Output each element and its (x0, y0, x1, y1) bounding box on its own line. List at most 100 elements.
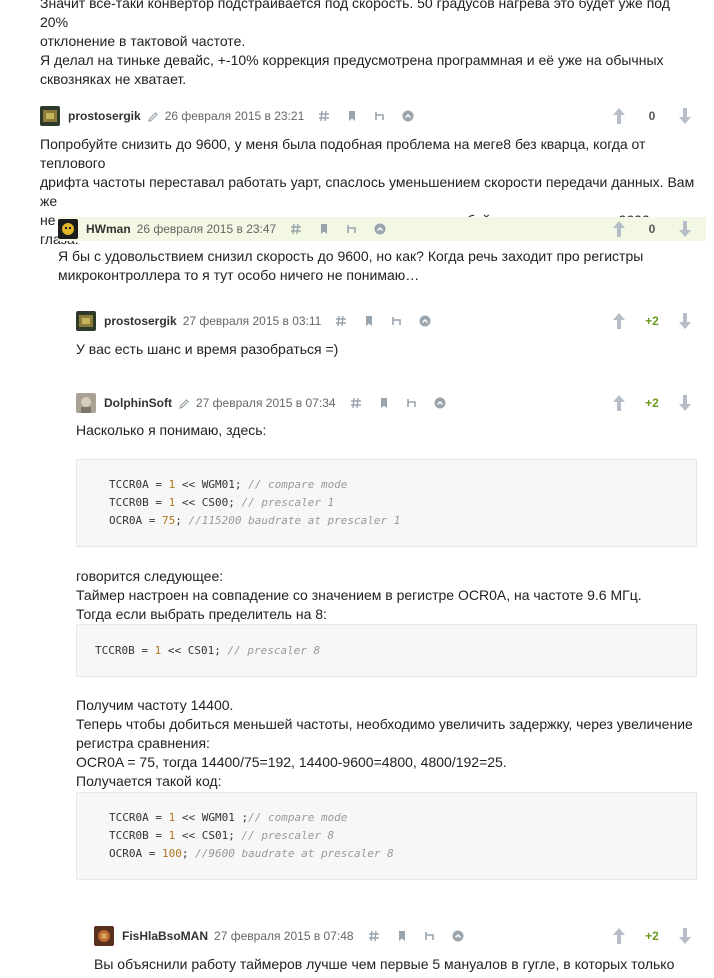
hash-icon[interactable] (335, 315, 347, 327)
text-line: Насколько я понимаю, здесь: (76, 422, 267, 438)
text-line: OCR0A = 75, тогда 14400/75=192, 14400-96… (76, 754, 507, 770)
comment-author[interactable]: HWman (86, 222, 131, 236)
text-line: сквозняках не хватает. (40, 71, 187, 87)
avatar[interactable] (58, 219, 78, 239)
comment-author[interactable]: DolphinSoft (104, 396, 172, 410)
parent-comment-icon[interactable] (424, 930, 436, 942)
vote-down-icon[interactable] (678, 394, 692, 412)
hash-icon[interactable] (368, 930, 380, 942)
comment-text: Я бы с удовольствием снизил скорость до … (58, 247, 706, 285)
vote-block: +2 (612, 924, 692, 948)
comment-date[interactable]: 26 февраля 2015 в 23:21 (165, 109, 305, 123)
avatar-icon (40, 106, 60, 126)
vote-down-icon[interactable] (678, 312, 692, 330)
vote-block: 0 (612, 104, 692, 128)
up-circle-icon[interactable] (374, 223, 386, 235)
parent-comment-icon[interactable] (346, 223, 358, 235)
comment-date[interactable]: 27 февраля 2015 в 07:34 (196, 396, 336, 410)
text-line: Значит все-таки конвертор подстраивается… (40, 0, 670, 30)
text-line: отклонение в тактовой частоте. (40, 33, 246, 49)
up-circle-icon[interactable] (402, 110, 414, 122)
up-circle-icon[interactable] (452, 930, 464, 942)
vote-up-icon[interactable] (612, 394, 626, 412)
vote-up-icon[interactable] (612, 312, 626, 330)
vote-block: +2 (612, 391, 692, 415)
code-line: OCR0A = 100; //9600 baudrate at prescale… (109, 847, 394, 860)
comment-header: prostosergik 27 февраля 2015 в 03:11 +2 (76, 309, 706, 333)
text-line: Вы объяснили работу таймеров лучше чем п… (94, 956, 675, 972)
bookmark-icon[interactable] (378, 397, 390, 409)
avatar-icon (76, 393, 96, 413)
text-line: дрифта частоты переставал работать уарт,… (40, 174, 695, 209)
comment-header: prostosergik 26 февраля 2015 в 23:21 0 (40, 104, 706, 128)
vote-up-icon[interactable] (612, 927, 626, 945)
text-line: микроконтроллера то я тут особо ничего н… (58, 267, 420, 283)
comment-date[interactable]: 27 февраля 2015 в 07:48 (214, 929, 354, 943)
vote-down-icon[interactable] (678, 927, 692, 945)
comment-text: Значит все-таки конвертор подстраивается… (40, 0, 700, 89)
comment-author[interactable]: prostosergik (68, 109, 141, 123)
code-line: OCR0A = 75; //115200 baudrate at prescal… (109, 514, 401, 527)
parent-comment-icon[interactable] (406, 397, 418, 409)
avatar-icon (76, 311, 96, 331)
comment-score: 0 (648, 222, 656, 236)
text-line: У вас есть шанс и время разобраться =) (76, 341, 339, 357)
comment-header: HWman 26 февраля 2015 в 23:47 0 (58, 217, 706, 241)
text-line: Теперь чтобы добиться меньшей частоты, н… (76, 716, 693, 732)
parent-comment-icon[interactable] (374, 110, 386, 122)
code-block: TCCR0A = 1 << WGM01; // compare mode TCC… (76, 459, 697, 547)
code-line: TCCR0B = 1 << CS01; // prescaler 8 (95, 644, 321, 657)
comment-text: Насколько я понимаю, здесь: (76, 421, 706, 440)
bookmark-icon[interactable] (396, 930, 408, 942)
text-line: Получим частоту 14400. (76, 697, 234, 713)
text-line: Таймер настроен на совпадение со значени… (76, 587, 642, 603)
comment-score: 0 (648, 109, 656, 123)
comment-header: DolphinSoft 27 февраля 2015 в 07:34 +2 (76, 391, 706, 415)
bookmark-icon[interactable] (346, 110, 358, 122)
avatar-icon (94, 926, 114, 946)
code-line: TCCR0A = 1 << WGM01; // compare mode (109, 478, 348, 491)
text-line: регистра сравнения: (76, 735, 210, 751)
comment-score: +2 (645, 314, 659, 328)
parent-comment-icon[interactable] (391, 315, 403, 327)
avatar[interactable] (94, 926, 114, 946)
comment-text: Вы объяснили работу таймеров лучше чем п… (94, 955, 706, 974)
text-line: Попробуйте снизить до 9600, у меня была … (40, 136, 646, 171)
vote-block: 0 (612, 217, 692, 241)
text-line: Получается такой код: (76, 773, 222, 789)
avatar-icon (58, 219, 78, 239)
avatar[interactable] (76, 393, 96, 413)
avatar[interactable] (40, 106, 60, 126)
hash-icon[interactable] (290, 223, 302, 235)
edit-icon (147, 110, 159, 122)
comment-actions (368, 930, 464, 942)
avatar[interactable] (76, 311, 96, 331)
comment-author[interactable]: FisHlaBsoMAN (122, 929, 208, 943)
code-block: TCCR0B = 1 << CS01; // prescaler 8 (76, 624, 697, 677)
comment-actions (335, 315, 431, 327)
comment-header: FisHlaBsoMAN 27 февраля 2015 в 07:48 +2 (94, 924, 706, 948)
text-line: Тогда если выбрать пределитель на 8: (76, 606, 327, 622)
vote-up-icon[interactable] (612, 220, 626, 238)
comment-text: У вас есть шанс и время разобраться =) (76, 340, 706, 359)
comment-date[interactable]: 26 февраля 2015 в 23:47 (137, 222, 277, 236)
comment-score: +2 (645, 929, 659, 943)
up-circle-icon[interactable] (434, 397, 446, 409)
up-circle-icon[interactable] (419, 315, 431, 327)
comment-text: говорится следующее: Таймер настроен на … (76, 567, 706, 624)
vote-down-icon[interactable] (678, 220, 692, 238)
hash-icon[interactable] (350, 397, 362, 409)
vote-block: +2 (612, 309, 692, 333)
comment-actions (290, 223, 386, 235)
vote-down-icon[interactable] (678, 107, 692, 125)
text-line: говорится следующее: (76, 568, 224, 584)
hash-icon[interactable] (318, 110, 330, 122)
vote-up-icon[interactable] (612, 107, 626, 125)
comment-actions (318, 110, 414, 122)
comment-date[interactable]: 27 февраля 2015 в 03:11 (183, 314, 322, 328)
bookmark-icon[interactable] (318, 223, 330, 235)
bookmark-icon[interactable] (363, 315, 375, 327)
comment-author[interactable]: prostosergik (104, 314, 177, 328)
code-line: TCCR0B = 1 << CS00; // prescaler 1 (109, 496, 335, 509)
edit-icon (178, 397, 190, 409)
